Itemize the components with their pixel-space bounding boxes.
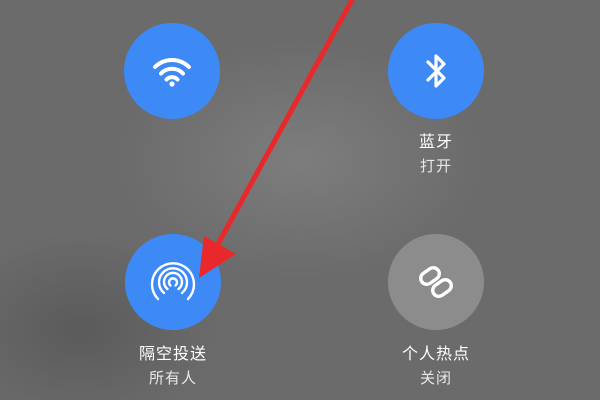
- annotation-arrow: [199, 0, 355, 278]
